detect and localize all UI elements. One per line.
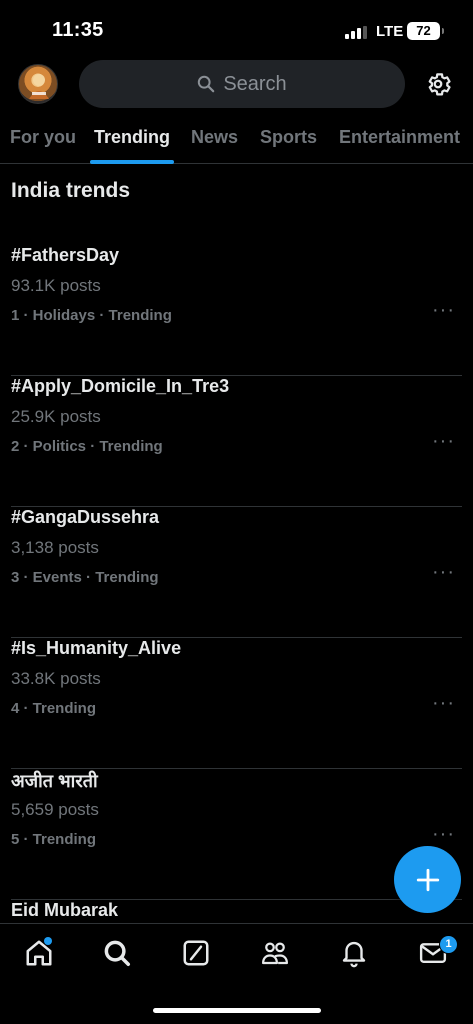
section-title: India trends bbox=[11, 179, 131, 202]
trend-posts: 5,659 posts bbox=[11, 800, 99, 819]
trend-meta: 5 · Trending bbox=[11, 831, 97, 848]
plus-icon bbox=[416, 868, 439, 891]
trend-item[interactable]: #GangaDussehra 3,138 posts 3 · Events · … bbox=[0, 507, 473, 638]
tab-news[interactable]: News bbox=[191, 127, 238, 148]
trend-name: #GangaDussehra bbox=[11, 507, 160, 527]
trend-meta: 4 · Trending bbox=[11, 700, 97, 717]
trend-posts: 3,138 posts bbox=[11, 538, 99, 557]
status-bar: 11:35 LTE 72 bbox=[0, 0, 473, 58]
home-unread-dot bbox=[44, 937, 52, 945]
trend-item[interactable]: #FathersDay 93.1K posts 1 · Holidays · T… bbox=[0, 245, 473, 376]
tab-sports[interactable]: Sports bbox=[260, 127, 317, 148]
more-options-icon[interactable]: ··· bbox=[432, 824, 455, 844]
more-options-icon[interactable]: ··· bbox=[432, 693, 455, 713]
grok-icon[interactable] bbox=[181, 938, 211, 968]
trend-item[interactable]: #Apply_Domicile_In_Tre3 25.9K posts 2 · … bbox=[0, 376, 473, 507]
trend-meta: 2 · Politics · Trending bbox=[11, 438, 163, 455]
trend-meta: 3 · Events · Trending bbox=[11, 569, 159, 586]
trend-name: Eid Mubarak bbox=[11, 900, 119, 920]
tab-for-you[interactable]: For you bbox=[10, 127, 76, 148]
trend-name: #Apply_Domicile_In_Tre3 bbox=[11, 376, 230, 396]
trend-posts: 33.8K posts bbox=[11, 669, 101, 688]
network-label: LTE bbox=[376, 23, 404, 40]
tab-trending[interactable]: Trending bbox=[94, 127, 170, 148]
communities-icon[interactable] bbox=[260, 938, 290, 968]
settings-gear-icon[interactable] bbox=[423, 69, 453, 99]
search-placeholder: Search bbox=[223, 72, 287, 95]
trend-name: #Is_Humanity_Alive bbox=[11, 638, 182, 658]
home-indicator bbox=[153, 1008, 321, 1013]
more-options-icon[interactable]: ··· bbox=[432, 431, 455, 451]
trend-name: अजीत भारती bbox=[11, 771, 98, 791]
tab-entertainment[interactable]: Entertainment bbox=[339, 127, 460, 148]
trend-posts: 93.1K posts bbox=[11, 276, 101, 295]
battery-icon: 72 bbox=[407, 22, 444, 40]
signal-icon bbox=[345, 26, 369, 39]
avatar[interactable] bbox=[18, 64, 58, 104]
trend-name: #FathersDay bbox=[11, 245, 120, 265]
messages-badge: 1 bbox=[439, 935, 458, 954]
trend-meta: 1 · Holidays · Trending bbox=[11, 307, 172, 324]
active-tab-indicator bbox=[90, 160, 174, 164]
status-time: 11:35 bbox=[52, 19, 104, 41]
trend-posts: 25.9K posts bbox=[11, 407, 101, 426]
more-options-icon[interactable]: ··· bbox=[432, 562, 455, 582]
search-input[interactable]: Search bbox=[79, 60, 405, 108]
trend-item[interactable]: #Is_Humanity_Alive 33.8K posts 4 · Trend… bbox=[0, 638, 473, 769]
more-options-icon[interactable]: ··· bbox=[432, 300, 455, 320]
tab-bar: For you Trending News Sports Entertainme… bbox=[0, 112, 473, 164]
search-icon[interactable] bbox=[102, 938, 132, 968]
search-icon bbox=[198, 75, 215, 93]
notifications-bell-icon[interactable] bbox=[339, 938, 369, 968]
compose-post-button[interactable] bbox=[394, 846, 461, 913]
